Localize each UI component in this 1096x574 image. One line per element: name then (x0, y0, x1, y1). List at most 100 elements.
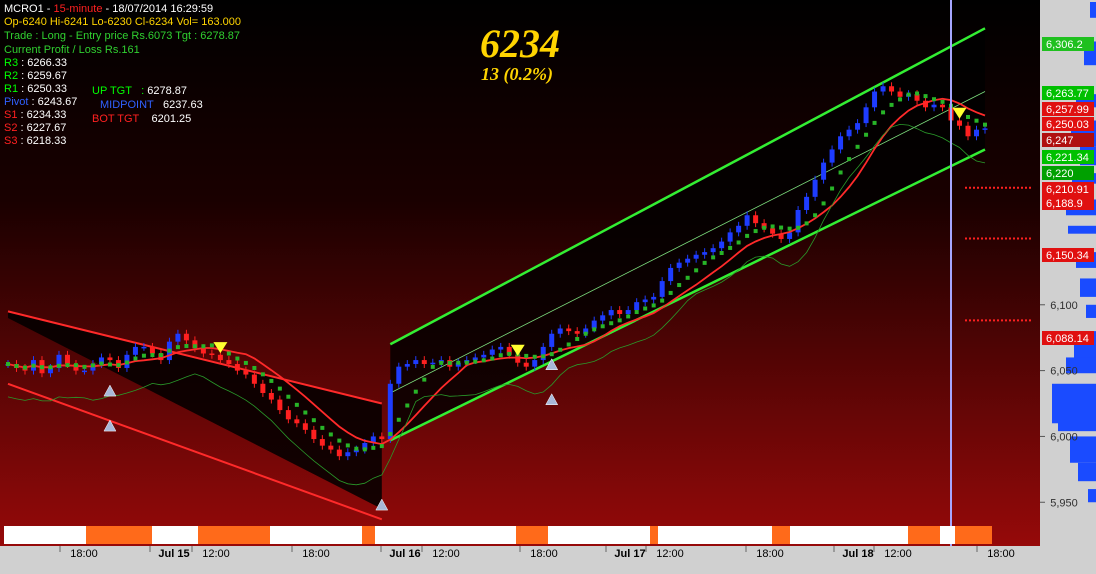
candle-body (897, 91, 903, 97)
candle-body (940, 104, 946, 108)
candle-body (498, 346, 504, 350)
green-average-dot (141, 353, 146, 358)
candle-body (430, 362, 436, 365)
level-label: Pivot (4, 96, 29, 108)
green-average-dot (439, 360, 444, 365)
candle-body (787, 232, 793, 239)
green-average-dot (847, 157, 852, 162)
candle-body (982, 128, 988, 130)
x-tick-label: 18:00 (756, 548, 784, 560)
level-value: : 6227.67 (17, 122, 67, 134)
x-tick-label: 18:00 (530, 548, 558, 560)
candle-body (294, 419, 300, 424)
green-average-dot (243, 360, 248, 365)
green-average-dot (932, 97, 937, 102)
green-average-dot (481, 358, 486, 363)
candle-body (821, 162, 827, 180)
green-average-dot (889, 102, 894, 107)
green-average-dot (201, 344, 206, 349)
green-average-dot (609, 321, 614, 326)
green-average-dot (286, 394, 291, 399)
green-average-dot (447, 360, 452, 365)
green-average-dot (906, 92, 911, 97)
pivot-level-s1: S1 : 6234.33 (4, 109, 77, 122)
candle-body (285, 410, 291, 420)
candle-body (625, 310, 631, 314)
price-tag-label: 6,263.77 (1046, 88, 1089, 100)
candle-body (149, 346, 155, 354)
candle-body (668, 267, 674, 282)
candle-body (345, 452, 351, 457)
candle-body (396, 366, 402, 384)
pivot-level-s3: S3 : 6218.33 (4, 135, 77, 148)
green-average-dot (124, 360, 129, 365)
timestamp-label: 18/07/2014 16:29:59 (112, 3, 214, 15)
green-average-dot (940, 99, 945, 104)
green-average-dot (966, 114, 971, 119)
green-average-dot (345, 443, 350, 448)
candle-body (965, 125, 971, 137)
candle-body (642, 299, 648, 303)
x-tick-label: Jul 16 (389, 548, 420, 560)
x-tick-label: 18:00 (70, 548, 98, 560)
candle-body (251, 374, 257, 384)
session-block (86, 526, 152, 544)
green-average-dot (413, 389, 418, 394)
price-tag-label: 6,221.34 (1046, 152, 1089, 164)
up-target-label: UP TGT (92, 85, 132, 97)
candle-body (591, 320, 597, 329)
pivot-level-pivot: Pivot : 6243.67 (4, 96, 77, 109)
up-target-value: 6278.87 (147, 85, 187, 97)
candle-body (379, 436, 385, 440)
x-tick-label: Jul 18 (842, 548, 873, 560)
green-average-dot (685, 275, 690, 280)
green-average-dot (22, 365, 27, 370)
green-average-dot (677, 283, 682, 288)
candle-body (319, 439, 325, 446)
candle-body (710, 248, 716, 253)
candle-body (659, 281, 665, 297)
green-average-dot (337, 438, 342, 443)
green-average-dot (498, 353, 503, 358)
level-label: R2 (4, 70, 19, 82)
y-tick-label: 5,950 (1050, 497, 1078, 509)
candle-body (693, 254, 699, 259)
green-average-dot (711, 255, 716, 260)
green-average-dot (745, 233, 750, 238)
green-average-dot (73, 363, 78, 368)
green-average-dot (184, 344, 189, 349)
candle-body (243, 370, 249, 375)
green-average-dot (736, 240, 741, 245)
green-average-dot (983, 122, 987, 127)
volume-profile-bar (1068, 225, 1096, 234)
green-average-dot (269, 378, 274, 383)
x-tick-label: 12:00 (202, 548, 230, 560)
candle-body (574, 331, 580, 334)
green-average-dot (974, 118, 979, 123)
y-tick-label: 6,000 (1050, 431, 1078, 443)
green-average-dot (617, 318, 622, 323)
candle-body (634, 302, 640, 311)
green-average-dot (541, 354, 546, 359)
green-average-dot (566, 342, 571, 347)
candle-body (880, 86, 886, 92)
green-average-dot (864, 132, 869, 137)
candle-body (387, 383, 393, 440)
pivot-levels: R3 : 6266.33 R2 : 6259.67 R1 : 6250.33 Pivo… (4, 57, 77, 148)
ohlc-label: Op-6240 Hi-6241 Lo-6230 Cl-6234 Vol= 163… (4, 16, 241, 28)
green-average-dot (82, 364, 87, 369)
candle-body (328, 445, 334, 450)
level-label: R3 (4, 57, 19, 69)
candle-body (804, 196, 810, 210)
symbol-label: MCRO1 (4, 3, 44, 15)
candle-body (608, 310, 614, 316)
candle-body (549, 333, 555, 347)
candle-body (889, 86, 895, 92)
candle-body (234, 364, 240, 371)
green-average-dot (328, 432, 333, 437)
interval-label: 15-minute (53, 3, 103, 15)
green-average-dot (524, 353, 529, 358)
x-tick-label: 12:00 (884, 548, 912, 560)
green-average-dot (762, 225, 767, 230)
price-tag-label: 6,150.34 (1046, 250, 1089, 262)
